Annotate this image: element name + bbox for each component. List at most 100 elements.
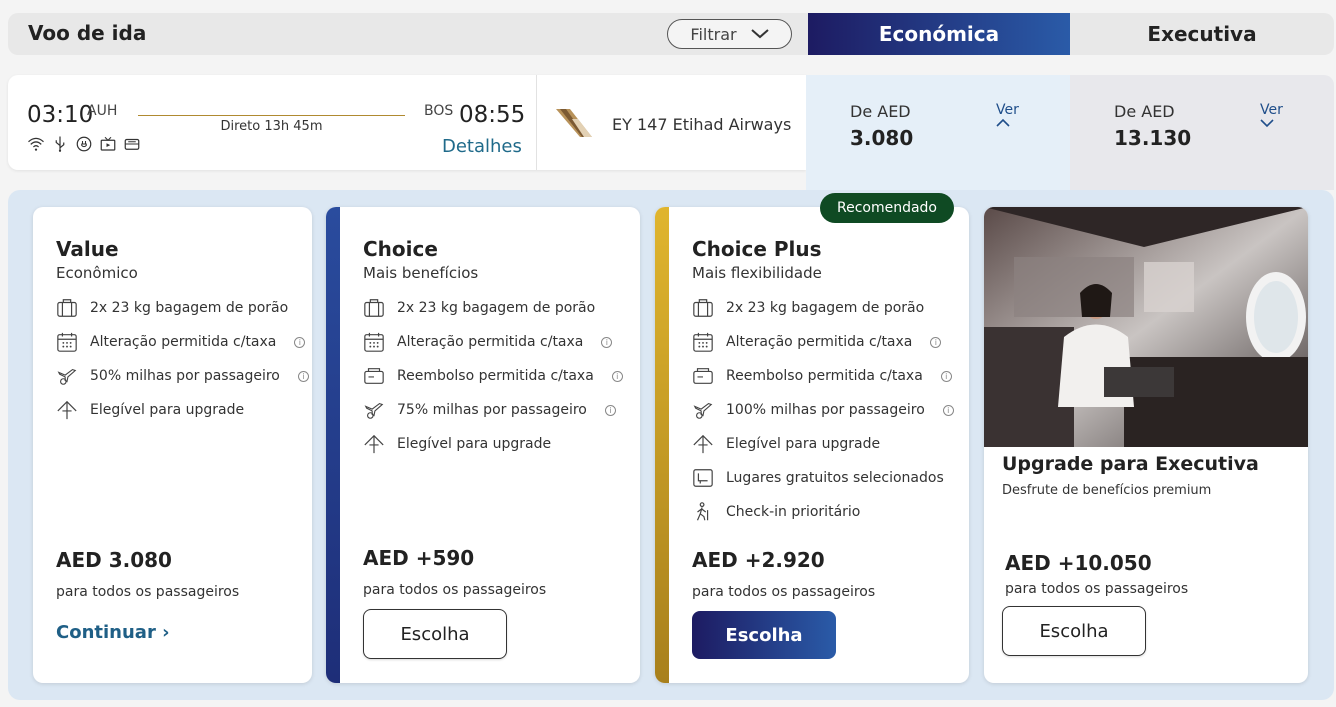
upgrade-icon (57, 400, 77, 420)
meal-icon (124, 138, 140, 150)
economy-from-label: De AED (850, 102, 911, 121)
fare-feature: Elegível para upgrade (692, 433, 880, 455)
continue-link[interactable]: Continuar › (56, 622, 170, 643)
fare-subtitle: Econômico (56, 264, 138, 282)
fare-options-panel: Value Econômico 2x 23 kg bagagem de porã… (8, 190, 1334, 700)
fare-feature: Reembolso permitida c/taxa i (692, 365, 952, 387)
fare-subtitle: Desfrute de benefícios premium (1002, 483, 1212, 498)
wifi-icon (28, 137, 44, 151)
view-label: Ver (1260, 102, 1283, 118)
tab-business[interactable]: Executiva (1070, 13, 1334, 55)
fare-card-choice: Choice Mais benefícios 2x 23 kg bagagem … (326, 207, 640, 683)
divider (536, 75, 537, 170)
info-icon[interactable]: i (604, 404, 616, 416)
economy-price-cell[interactable]: De AED 3.080 Ver (806, 75, 1070, 190)
refund-icon (693, 368, 713, 384)
info-icon[interactable]: i (294, 336, 306, 348)
outbound-header: Voo de ida Filtrar (8, 13, 808, 55)
chevron-right-icon: › (162, 622, 170, 643)
fare-title: Upgrade para Executiva (1002, 453, 1259, 475)
route-duration: Direto 13h 45m (220, 119, 323, 134)
filter-button[interactable]: Filtrar (667, 19, 792, 49)
fare-price: AED +10.050 (1005, 551, 1152, 575)
fare-feature: 2x 23 kg bagagem de porão (363, 297, 595, 319)
economy-price: 3.080 (850, 126, 914, 150)
route-line (138, 115, 405, 116)
baggage-icon (364, 299, 384, 317)
fare-feature: Lugares gratuitos selecionados (692, 467, 944, 489)
fare-price: AED 3.080 (56, 548, 172, 572)
miles-icon (693, 402, 713, 419)
business-from-label: De AED (1114, 102, 1175, 121)
info-icon[interactable]: i (942, 404, 954, 416)
fare-card-value: Value Econômico 2x 23 kg bagagem de porã… (33, 207, 312, 683)
miles-icon (57, 368, 77, 385)
fare-feature: Check-in prioritário (692, 501, 860, 523)
business-cabin-photo (984, 207, 1308, 447)
business-view-toggle[interactable]: Ver (1260, 102, 1283, 128)
accent-bar (326, 207, 340, 683)
flight-summary-card: 03:10 AUH Direto 13h 45m BOS 08:55 Detal… (8, 75, 806, 170)
etihad-logo-icon (556, 109, 592, 137)
calendar-icon (57, 332, 77, 352)
priority-checkin-icon (696, 502, 709, 521)
business-price-cell[interactable]: De AED 13.130 Ver (1070, 75, 1334, 190)
fare-feature: Alteração permitida c/taxa i (56, 331, 306, 353)
info-icon[interactable]: i (611, 370, 623, 382)
airline-name: EY 147 Etihad Airways (612, 115, 792, 134)
tab-economy[interactable]: Económica (808, 13, 1070, 55)
fare-feature: Elegível para upgrade (56, 399, 244, 421)
baggage-icon (693, 299, 713, 317)
page-title: Voo de ida (28, 21, 147, 45)
info-icon[interactable]: i (940, 370, 952, 382)
fare-price: AED +2.920 (692, 548, 825, 572)
fare-feature: 2x 23 kg bagagem de porão (692, 297, 924, 319)
fare-title: Choice (363, 237, 438, 261)
fare-title: Value (56, 237, 119, 261)
chevron-down-icon (750, 29, 769, 39)
choose-button[interactable]: Escolha (692, 611, 836, 659)
fare-note: para todos os passageiros (56, 584, 240, 600)
fare-card-choice-plus: Choice Plus Mais flexibilidade 2x 23 kg … (655, 207, 969, 683)
entertainment-icon (100, 136, 116, 151)
fare-feature: 100% milhas por passageiro i (692, 399, 954, 421)
upgrade-icon (693, 434, 713, 454)
fare-note: para todos os passageiros (692, 584, 876, 600)
fare-feature: 2x 23 kg bagagem de porão (56, 297, 288, 319)
info-icon[interactable]: i (930, 336, 942, 348)
info-icon[interactable]: i (601, 336, 613, 348)
fare-note: para todos os passageiros (363, 582, 547, 598)
fare-subtitle: Mais benefícios (363, 264, 479, 282)
filter-label: Filtrar (690, 24, 737, 44)
refund-icon (364, 368, 384, 384)
fare-feature: Reembolso permitida c/taxa i (363, 365, 623, 387)
info-icon[interactable]: i (297, 370, 309, 382)
departure-airport: AUH (87, 103, 118, 119)
fare-price: AED +590 (363, 546, 475, 570)
fare-feature: Alteração permitida c/taxa i (363, 331, 613, 353)
fare-feature: Alteração permitida c/taxa i (692, 331, 942, 353)
usb-icon (55, 136, 65, 152)
recommended-badge: Recomendado (820, 193, 954, 223)
miles-icon (364, 402, 384, 419)
choose-button[interactable]: Escolha (363, 609, 507, 659)
choose-button[interactable]: Escolha (1002, 606, 1146, 656)
accent-bar (655, 207, 669, 683)
fare-card-upgrade: Upgrade para Executiva Desfrute de benef… (984, 207, 1308, 683)
power-icon (76, 136, 92, 152)
baggage-icon (57, 299, 77, 317)
seat-icon (693, 469, 713, 487)
fare-feature: Elegível para upgrade (363, 433, 551, 455)
amenities-list (27, 135, 141, 153)
chevron-down-icon (1260, 119, 1274, 128)
calendar-icon (364, 332, 384, 352)
departure-time: 03:10 (27, 102, 94, 128)
upgrade-icon (364, 434, 384, 454)
fare-note: para todos os passageiros (1005, 581, 1189, 597)
business-price: 13.130 (1114, 126, 1192, 150)
fare-feature: 75% milhas por passageiro i (363, 399, 616, 421)
calendar-icon (693, 332, 713, 352)
fare-title: Choice Plus (692, 237, 822, 261)
economy-view-toggle[interactable]: Ver (996, 102, 1019, 128)
details-link[interactable]: Detalhes (442, 136, 522, 157)
